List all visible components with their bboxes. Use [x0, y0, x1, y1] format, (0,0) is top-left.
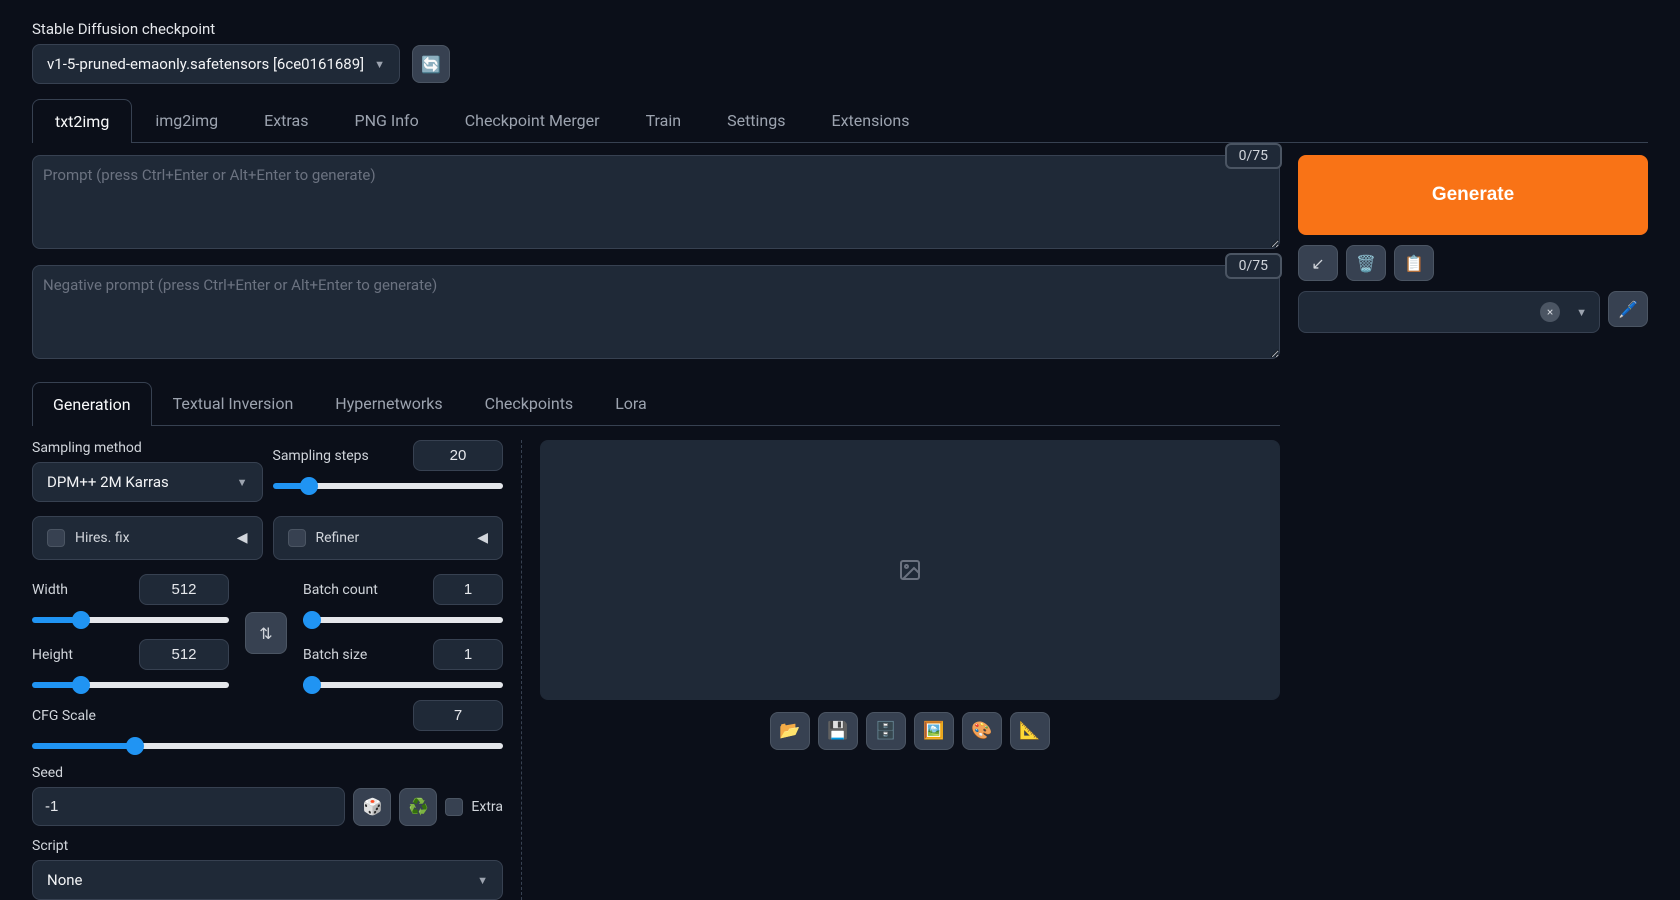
tab-txt2img[interactable]: txt2img [32, 99, 132, 143]
refiner-checkbox[interactable] [288, 529, 306, 547]
clear-styles-icon[interactable]: × [1540, 302, 1560, 322]
sampling-method-dropdown[interactable]: DPM++ 2M Karras ▼ [32, 462, 263, 502]
tab-checkpoint-merger[interactable]: Checkpoint Merger [442, 98, 623, 142]
send-to-inpaint-button[interactable]: 🎨 [962, 712, 1002, 750]
hires-fix-label: Hires. fix [75, 530, 130, 546]
height-label: Height [32, 647, 73, 663]
clear-prompt-button[interactable]: 🗑️ [1346, 245, 1386, 281]
clipboard-icon: 📋 [1404, 254, 1424, 273]
sampling-method-value: DPM++ 2M Karras [47, 473, 169, 491]
recycle-icon: ♻️ [408, 797, 428, 816]
caret-down-icon: ▼ [374, 58, 385, 71]
edit-styles-button[interactable]: 🖊️ [1608, 291, 1648, 327]
expand-left-icon: ◀ [477, 530, 488, 546]
seed-extra-label: Extra [471, 799, 503, 815]
batch-count-label: Batch count [303, 582, 378, 598]
subtab-hypernetworks[interactable]: Hypernetworks [314, 381, 463, 425]
image-icon: 🖼️ [923, 721, 944, 741]
script-dropdown[interactable]: None ▼ [32, 860, 503, 900]
sampling-steps-slider[interactable] [273, 483, 504, 489]
generate-button[interactable]: Generate [1298, 155, 1648, 235]
sampling-method-label: Sampling method [32, 440, 263, 456]
zip-button[interactable]: 🗄️ [866, 712, 906, 750]
send-to-img2img-button[interactable]: 🖼️ [914, 712, 954, 750]
send-to-extras-button[interactable]: 📐 [1010, 712, 1050, 750]
script-value: None [47, 871, 83, 889]
main-tabs: txt2img img2img Extras PNG Info Checkpoi… [32, 98, 1648, 143]
prompt-input[interactable] [32, 155, 1280, 249]
refresh-icon: 🔄 [421, 55, 441, 74]
refiner-toggle[interactable]: Refiner ◀ [273, 516, 504, 560]
arrow-down-left-icon: ↙ [1311, 254, 1324, 273]
tab-train[interactable]: Train [623, 98, 705, 142]
dice-icon: 🎲 [362, 797, 382, 816]
pencil-icon: 🖊️ [1618, 300, 1638, 319]
swap-icon: ⇅ [259, 624, 272, 643]
tab-extensions[interactable]: Extensions [809, 98, 933, 142]
random-seed-button[interactable]: 🎲 [353, 788, 391, 826]
negative-prompt-input[interactable] [32, 265, 1280, 359]
prompt-counter: 0/75 [1225, 143, 1282, 169]
folder-icon: 📂 [779, 721, 800, 741]
seed-label: Seed [32, 765, 503, 781]
cfg-scale-label: CFG Scale [32, 708, 96, 724]
archive-icon: 🗄️ [875, 721, 896, 741]
checkpoint-dropdown[interactable]: v1-5-pruned-emaonly.safetensors [6ce0161… [32, 44, 400, 84]
hires-fix-checkbox[interactable] [47, 529, 65, 547]
caret-down-icon: ▼ [477, 874, 488, 887]
tab-pnginfo[interactable]: PNG Info [331, 98, 441, 142]
reuse-seed-button[interactable]: ♻️ [399, 788, 437, 826]
trash-icon: 🗑️ [1356, 254, 1376, 273]
refiner-label: Refiner [316, 530, 360, 546]
subtab-lora[interactable]: Lora [594, 381, 668, 425]
width-input[interactable] [139, 574, 229, 605]
neg-prompt-counter: 0/75 [1225, 253, 1282, 279]
height-slider[interactable] [32, 682, 229, 688]
subtab-checkpoints[interactable]: Checkpoints [464, 381, 595, 425]
checkpoint-value: v1-5-pruned-emaonly.safetensors [6ce0161… [47, 55, 364, 73]
ruler-icon: 📐 [1019, 721, 1040, 741]
paste-button[interactable]: 📋 [1394, 245, 1434, 281]
width-slider[interactable] [32, 617, 229, 623]
width-label: Width [32, 582, 68, 598]
checkpoint-label: Stable Diffusion checkpoint [32, 20, 1648, 38]
seed-input[interactable] [32, 787, 345, 826]
tab-settings[interactable]: Settings [704, 98, 808, 142]
output-preview [540, 440, 1280, 700]
generation-sub-tabs: Generation Textual Inversion Hypernetwor… [32, 381, 1280, 426]
batch-size-label: Batch size [303, 647, 367, 663]
subtab-generation[interactable]: Generation [32, 382, 152, 426]
batch-count-slider[interactable] [303, 617, 503, 623]
sampling-steps-input[interactable] [413, 440, 503, 471]
height-input[interactable] [139, 639, 229, 670]
refresh-checkpoint-button[interactable]: 🔄 [412, 45, 450, 83]
tab-img2img[interactable]: img2img [132, 98, 241, 142]
cfg-scale-slider[interactable] [32, 743, 503, 749]
seed-extra-checkbox[interactable] [445, 798, 463, 816]
batch-size-slider[interactable] [303, 682, 503, 688]
expand-left-icon: ◀ [237, 530, 248, 546]
palette-icon: 🎨 [971, 721, 992, 741]
vertical-divider [521, 440, 522, 900]
tab-extras[interactable]: Extras [241, 98, 331, 142]
script-label: Script [32, 838, 503, 854]
caret-down-icon: ▼ [237, 476, 248, 489]
hires-fix-toggle[interactable]: Hires. fix ◀ [32, 516, 263, 560]
caret-down-icon: ▼ [1576, 306, 1587, 319]
sampling-steps-label: Sampling steps [273, 448, 369, 464]
image-placeholder-icon [898, 558, 922, 582]
save-icon: 💾 [827, 721, 848, 741]
styles-dropdown[interactable]: × ▼ [1298, 291, 1600, 333]
cfg-scale-input[interactable] [413, 700, 503, 731]
subtab-textual-inversion[interactable]: Textual Inversion [152, 381, 315, 425]
open-folder-button[interactable]: 📂 [770, 712, 810, 750]
batch-count-input[interactable] [433, 574, 503, 605]
batch-size-input[interactable] [433, 639, 503, 670]
swap-dimensions-button[interactable]: ⇅ [245, 612, 287, 654]
interrogate-button[interactable]: ↙ [1298, 245, 1338, 281]
save-button[interactable]: 💾 [818, 712, 858, 750]
